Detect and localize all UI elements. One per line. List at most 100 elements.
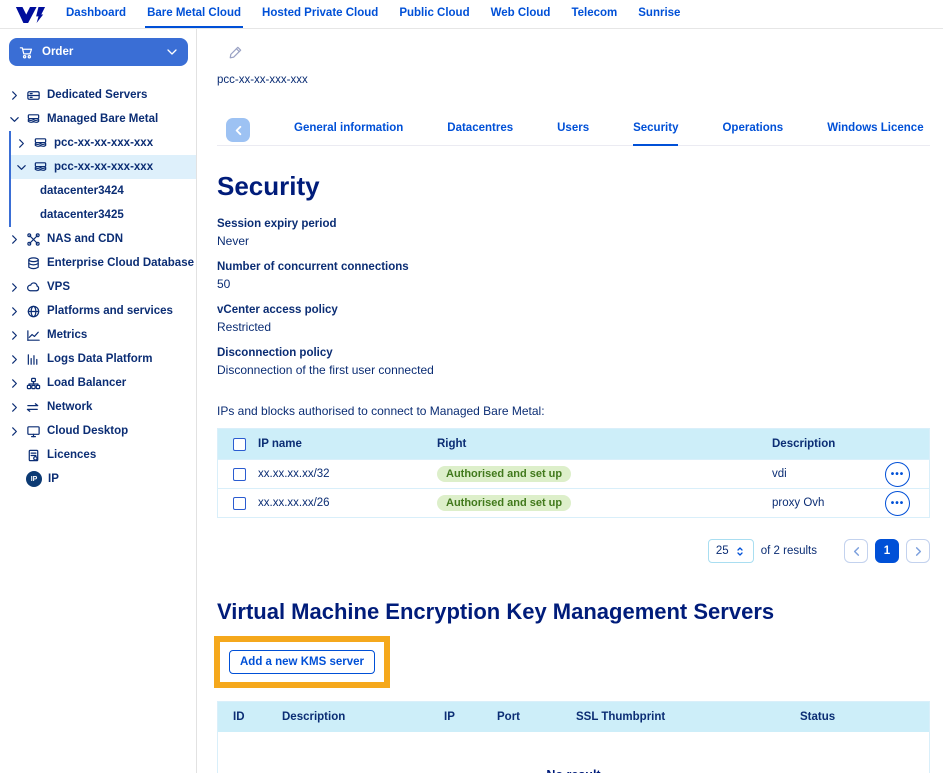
order-button[interactable]: Order bbox=[9, 38, 188, 66]
globe-icon bbox=[26, 304, 41, 319]
sidebar-item-logs-data-platform[interactable]: Logs Data Platform bbox=[0, 347, 196, 371]
select-all-checkbox[interactable] bbox=[233, 438, 246, 451]
chevron-left-icon bbox=[851, 546, 862, 557]
kms-table-header-row: ID Description IP Port SSL Thumbprint St… bbox=[218, 702, 929, 732]
status-badge: Authorised and set up bbox=[437, 466, 571, 482]
column-right: Right bbox=[437, 438, 772, 450]
stepper-updown-icon bbox=[734, 545, 746, 558]
row-checkbox[interactable] bbox=[233, 468, 246, 481]
cell-description: proxy Ovh bbox=[772, 497, 885, 509]
table-row: xx.xx.xx.xx/26 Authorised and set up pro… bbox=[218, 488, 929, 517]
tab-users[interactable]: Users bbox=[557, 122, 589, 146]
row-actions-button[interactable]: ••• bbox=[885, 491, 910, 516]
nav-item-sunrise[interactable]: Sunrise bbox=[636, 0, 682, 28]
tab-operations[interactable]: Operations bbox=[722, 122, 783, 146]
sidebar-item-label: IP bbox=[48, 473, 59, 485]
sidebar-item-datacenter3425[interactable]: datacenter3425 bbox=[11, 203, 196, 227]
service-name: pcc-xx-xx-xxx-xxx bbox=[217, 74, 930, 86]
tab-general-information[interactable]: General information bbox=[294, 122, 403, 146]
database-icon bbox=[26, 256, 41, 271]
column-port: Port bbox=[482, 711, 561, 723]
field-label: vCenter access policy bbox=[217, 304, 930, 316]
sidebar-item-cloud-desktop[interactable]: Cloud Desktop bbox=[0, 419, 196, 443]
column-status: Status bbox=[785, 711, 929, 723]
chevron-right-icon bbox=[913, 546, 924, 557]
sidebar-item-label: pcc-xx-xx-xxx-xxx bbox=[54, 161, 153, 173]
field-value: Restricted bbox=[217, 320, 930, 334]
edit-pencil-icon[interactable] bbox=[228, 45, 243, 60]
back-button[interactable] bbox=[226, 118, 250, 142]
tab-bar: General information Datacentres Users Se… bbox=[217, 117, 930, 146]
sidebar: Order Dedicated Servers Managed Bare Met… bbox=[0, 29, 197, 773]
column-ssl-thumbprint: SSL Thumbprint bbox=[561, 711, 785, 723]
main-content: pcc-xx-xx-xxx-xxx General information Da… bbox=[197, 29, 943, 773]
cell-ip-name: xx.xx.xx.xx/32 bbox=[258, 468, 437, 480]
sidebar-item-pcc-1[interactable]: pcc-xx-xx-xxx-xxx bbox=[11, 131, 196, 155]
sidebar-item-enterprise-cloud-database[interactable]: Enterprise Cloud Database bbox=[0, 251, 196, 275]
column-description: Description bbox=[267, 711, 429, 723]
bare-metal-icon bbox=[33, 136, 48, 151]
page-size-selector[interactable]: 25 bbox=[708, 539, 754, 563]
sidebar-item-nas-and-cdn[interactable]: NAS and CDN bbox=[0, 227, 196, 251]
tab-windows-licence[interactable]: Windows Licence bbox=[827, 122, 923, 146]
sidebar-item-datacenter3424[interactable]: datacenter3424 bbox=[11, 179, 196, 203]
sidebar-item-label: NAS and CDN bbox=[47, 233, 123, 245]
chevron-down-icon bbox=[9, 114, 20, 125]
status-badge: Authorised and set up bbox=[437, 495, 571, 511]
service-tree: Dedicated Servers Managed Bare Metal pcc… bbox=[0, 83, 196, 491]
field-session-expiry: Session expiry period Never bbox=[217, 218, 930, 248]
chevron-right-icon bbox=[16, 138, 27, 149]
nav-item-telecom[interactable]: Telecom bbox=[569, 0, 619, 28]
pagination: 25 of 2 results 1 bbox=[217, 539, 930, 563]
tab-security[interactable]: Security bbox=[633, 122, 678, 146]
sidebar-item-metrics[interactable]: Metrics bbox=[0, 323, 196, 347]
nav-item-hosted-private-cloud[interactable]: Hosted Private Cloud bbox=[260, 0, 380, 28]
nav-item-dashboard[interactable]: Dashboard bbox=[64, 0, 128, 28]
sidebar-item-load-balancer[interactable]: Load Balancer bbox=[0, 371, 196, 395]
previous-page-button[interactable] bbox=[844, 539, 868, 563]
sidebar-item-network[interactable]: Network bbox=[0, 395, 196, 419]
sidebar-item-label: datacenter3424 bbox=[40, 185, 124, 197]
tab-datacentres[interactable]: Datacentres bbox=[447, 122, 513, 146]
table-header-row: IP name Right Description bbox=[218, 429, 929, 459]
sidebar-item-pcc-2-selected[interactable]: pcc-xx-xx-xxx-xxx bbox=[11, 155, 196, 179]
next-page-button[interactable] bbox=[906, 539, 930, 563]
kms-table: ID Description IP Port SSL Thumbprint St… bbox=[217, 701, 930, 773]
line-chart-icon bbox=[26, 328, 41, 343]
chevron-right-icon bbox=[9, 306, 20, 317]
order-button-label: Order bbox=[42, 46, 73, 58]
ovhcloud-logo-icon bbox=[14, 0, 46, 28]
chevron-right-icon bbox=[9, 354, 20, 365]
table-row: xx.xx.xx.xx/32 Authorised and set up vdi… bbox=[218, 459, 929, 488]
field-value: Disconnection of the first user connecte… bbox=[217, 363, 930, 377]
row-checkbox[interactable] bbox=[233, 497, 246, 510]
page-size-value: 25 bbox=[716, 545, 729, 557]
column-ip: IP bbox=[429, 711, 482, 723]
sidebar-item-ip[interactable]: IP IP bbox=[0, 467, 196, 491]
top-navigation: Dashboard Bare Metal Cloud Hosted Privat… bbox=[0, 0, 943, 29]
row-actions-button[interactable]: ••• bbox=[885, 462, 910, 487]
sidebar-item-label: Dedicated Servers bbox=[47, 89, 147, 101]
sidebar-item-label: Licences bbox=[47, 449, 96, 461]
sidebar-item-label: Enterprise Cloud Database bbox=[47, 257, 194, 269]
sidebar-item-managed-bare-metal[interactable]: Managed Bare Metal bbox=[0, 107, 196, 131]
sidebar-item-dedicated-servers[interactable]: Dedicated Servers bbox=[0, 83, 196, 107]
chevron-left-icon bbox=[233, 125, 244, 136]
nav-item-public-cloud[interactable]: Public Cloud bbox=[397, 0, 471, 28]
field-value: Never bbox=[217, 234, 930, 248]
chevron-right-icon bbox=[9, 90, 20, 101]
sidebar-item-label: Cloud Desktop bbox=[47, 425, 128, 437]
page-1-button[interactable]: 1 bbox=[875, 539, 899, 563]
field-value: 50 bbox=[217, 277, 930, 291]
sidebar-item-platforms-and-services[interactable]: Platforms and services bbox=[0, 299, 196, 323]
add-kms-server-button[interactable]: Add a new KMS server bbox=[229, 650, 375, 674]
nav-item-web-cloud[interactable]: Web Cloud bbox=[489, 0, 553, 28]
sidebar-item-vps[interactable]: VPS bbox=[0, 275, 196, 299]
security-fields: Session expiry period Never Number of co… bbox=[217, 218, 930, 377]
kms-empty-state: No result bbox=[218, 732, 929, 773]
field-label: Disconnection policy bbox=[217, 347, 930, 359]
network-arrows-icon bbox=[26, 400, 41, 415]
nav-item-bare-metal-cloud[interactable]: Bare Metal Cloud bbox=[145, 0, 243, 28]
server-icon bbox=[26, 88, 41, 103]
sidebar-item-licences[interactable]: Licences bbox=[0, 443, 196, 467]
